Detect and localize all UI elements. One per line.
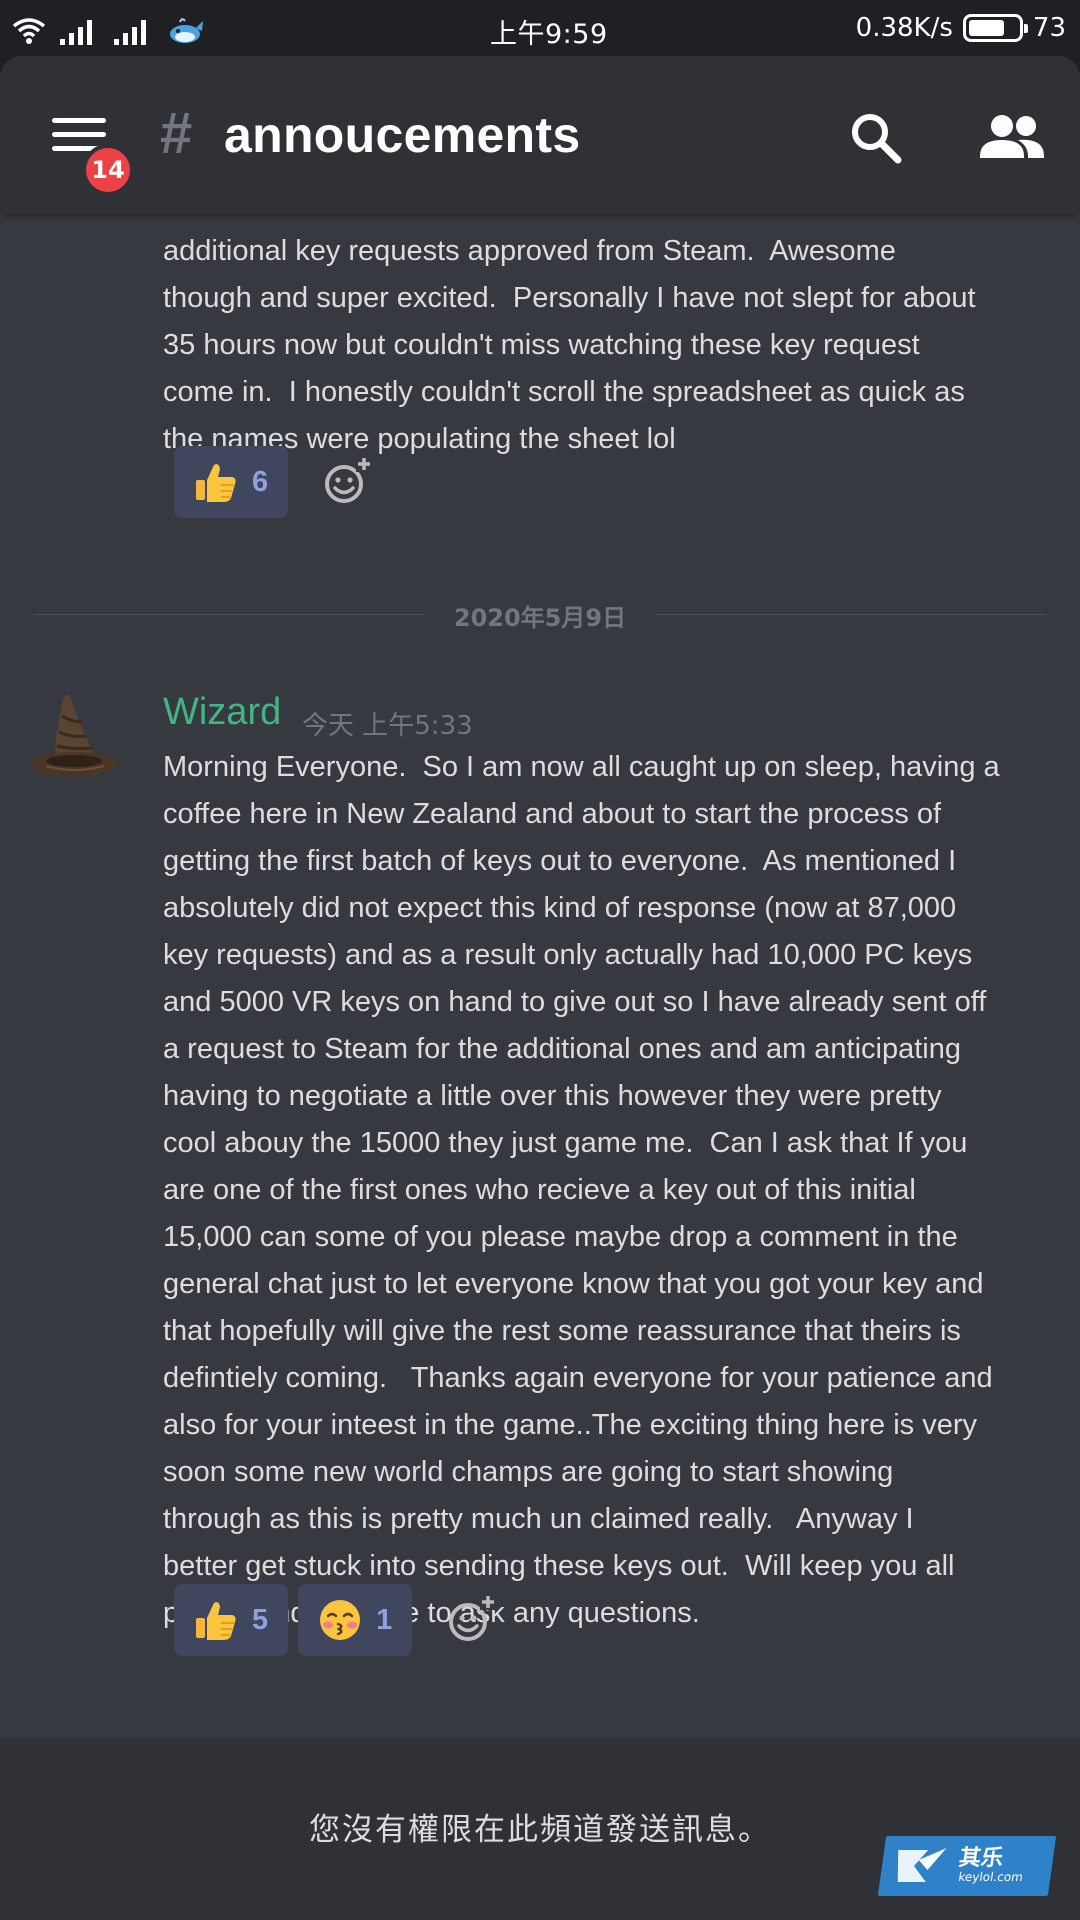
network-speed: 0.38K/s: [855, 13, 953, 43]
members-button[interactable]: [978, 112, 1048, 164]
reaction-thumbs-up[interactable]: 6: [174, 446, 289, 518]
message-text: Morning Everyone. So I am now all caught…: [163, 751, 1000, 1629]
battery-level: [968, 20, 1004, 36]
keylol-watermark: 其乐 keylol.com: [877, 1836, 1057, 1896]
signal-icon: [60, 18, 100, 46]
composer-area: 您沒有權限在此頻道發送訊息。 其乐 keylol.com: [0, 1738, 1080, 1920]
status-icons-left: [12, 10, 204, 46]
watermark-cn: 其乐: [957, 1846, 1005, 1871]
watermark-en: keylol.com: [957, 1870, 1024, 1884]
thumbs-up-emoji: [194, 460, 238, 504]
reaction-count: 5: [252, 1603, 269, 1636]
menu-button[interactable]: 14: [52, 118, 134, 196]
reaction-count: 6: [252, 465, 269, 498]
discord-app: 14 # annoucements additional key request…: [0, 56, 1080, 1920]
add-reaction-button[interactable]: [444, 1592, 500, 1648]
reaction-thumbs-up[interactable]: 5: [174, 1584, 289, 1656]
author-name[interactable]: Wizard: [163, 691, 281, 734]
wifi-icon: [12, 16, 46, 46]
status-icons-right: 0.38K/s 73: [856, 10, 1066, 46]
status-bar: 上午9:59 0.38K/s 73: [0, 0, 1080, 56]
sorting-hat-icon: [26, 692, 122, 788]
kissing-face-emoji: [318, 1598, 362, 1642]
message-timestamp: 今天 上午5:33: [302, 711, 473, 741]
unread-badge: 14: [82, 144, 134, 196]
reaction-kissing-face[interactable]: 1: [298, 1584, 413, 1656]
channel-header: 14 # annoucements: [0, 56, 1080, 214]
battery-percent: 73: [1032, 13, 1066, 43]
channel-title[interactable]: annoucements: [224, 106, 580, 164]
whale-app-icon: [168, 16, 204, 46]
add-reaction-button[interactable]: [320, 454, 376, 510]
reaction-count: 1: [376, 1603, 393, 1636]
signal-icon-2: [114, 18, 154, 46]
message-text: additional key requests approved from St…: [163, 235, 976, 455]
add-reaction-icon: [449, 1594, 497, 1641]
avatar[interactable]: [26, 692, 122, 788]
date-divider: 2020年5月9日: [34, 596, 1046, 632]
battery-icon: [962, 14, 1028, 42]
add-reaction-icon: [325, 456, 373, 503]
reactions-bar: 5 1: [174, 1584, 500, 1656]
message-list[interactable]: additional key requests approved from St…: [0, 214, 1080, 1794]
date-divider-label: 2020年5月9日: [453, 604, 627, 632]
hash-icon: #: [160, 101, 193, 166]
search-button[interactable]: [848, 110, 904, 166]
reactions-bar: 6: [174, 446, 376, 518]
search-icon: [852, 114, 902, 164]
members-icon: [980, 115, 1044, 158]
clock: 上午9:59: [490, 19, 608, 50]
thumbs-up-emoji: [194, 1598, 238, 1642]
